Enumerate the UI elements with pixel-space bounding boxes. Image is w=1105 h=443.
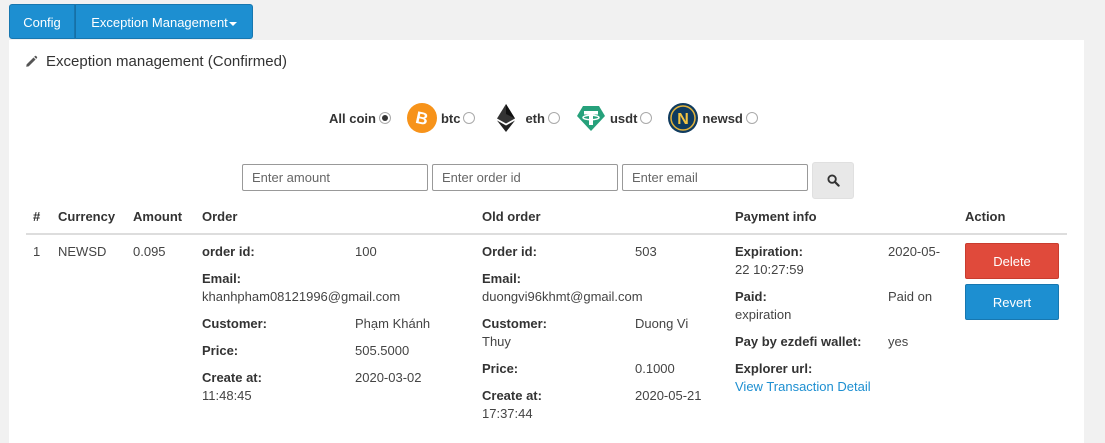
coin-label-newsd: newsd (702, 110, 743, 126)
ethereum-icon (497, 104, 516, 132)
order-customer-label: Customer: (202, 316, 268, 331)
search-icon (826, 174, 840, 187)
order-create-date: 2020-03-02 (355, 370, 422, 385)
radio-eth[interactable] (547, 112, 560, 124)
old-order-id-value: 503 (635, 244, 657, 259)
header-currency: Currency (58, 209, 116, 224)
order-create-label: Create at: (202, 370, 262, 385)
header-action: Action (965, 209, 1006, 224)
old-order-customer-value: Duong Vi (635, 316, 689, 331)
coin-label-all: All coin (329, 110, 376, 126)
old-order-price-label: Price: (482, 361, 519, 376)
order-price-label: Price: (202, 343, 239, 358)
config-tab[interactable]: Config (9, 4, 75, 39)
order-id-value: 100 (355, 244, 377, 259)
old-order-price-value: 0.1000 (635, 361, 675, 376)
old-order-email-value: duongvi96khmt@gmail.com (482, 289, 643, 304)
coin-filter: All coin B btc eth usdt N newsd (329, 103, 766, 133)
caret-down-icon (228, 21, 237, 26)
order-id-input[interactable] (432, 164, 618, 191)
row-currency: NEWSD (58, 244, 107, 259)
search-row (242, 162, 854, 199)
ezdefi-wallet-value: yes (888, 334, 909, 349)
revert-button[interactable]: Revert (965, 284, 1059, 320)
radio-usdt[interactable] (640, 112, 653, 124)
coin-option-usdt[interactable]: usdt (568, 103, 653, 133)
expiration-value: 2020-05- (888, 244, 941, 259)
panel-title-text: Exception management (Confirmed) (46, 53, 287, 70)
radio-all-coin[interactable] (378, 112, 391, 124)
order-create-time: 11:48:45 (202, 388, 252, 403)
paid-label: Paid: (735, 289, 767, 304)
expiration-label: Expiration: (735, 244, 803, 259)
old-order-create-date: 2020-05-21 (635, 388, 702, 403)
coin-option-newsd[interactable]: N newsd (660, 103, 758, 133)
amount-input[interactable] (242, 164, 428, 191)
ezdefi-wallet-label: Pay by ezdefi wallet: (735, 334, 862, 349)
pencil-icon (26, 55, 38, 67)
explorer-url-label: Explorer url: (735, 361, 813, 376)
coin-label-btc: btc (440, 110, 461, 126)
panel-title: Exception management (Confirmed) (25, 53, 287, 70)
paid-value-cont: expiration (735, 307, 792, 322)
header-index: # (33, 209, 41, 224)
order-email-value: khanhpham08121996@gmail.com (202, 289, 401, 304)
coin-label-eth: eth (525, 110, 545, 126)
top-nav: Config Exception Management (9, 4, 253, 39)
header-order: Order (202, 209, 238, 224)
bitcoin-icon: B (406, 103, 437, 133)
email-input[interactable] (622, 164, 808, 191)
order-price-value: 505.5000 (355, 343, 410, 358)
coin-label-usdt: usdt (609, 110, 638, 126)
old-order-customer-value-cont: Thuy (482, 334, 511, 349)
old-order-id-label: Order id: (482, 244, 537, 259)
old-order-create-label: Create at: (482, 388, 542, 403)
old-order-email-label: Email: (482, 271, 522, 286)
tether-icon (576, 106, 605, 131)
header-amount: Amount (133, 209, 183, 224)
exception-management-dropdown[interactable]: Exception Management (75, 4, 253, 39)
main-panel: Exception management (Confirmed) All coi… (9, 40, 1084, 443)
header-payment-info: Payment info (735, 209, 817, 224)
coin-option-eth[interactable]: eth (483, 103, 560, 133)
old-order-create-time: 17:37:44 (482, 406, 533, 421)
coin-option-all[interactable]: All coin (329, 111, 391, 126)
row-amount: 0.095 (133, 244, 166, 259)
svg-text:N: N (678, 111, 690, 128)
coin-option-btc[interactable]: B btc (399, 103, 476, 133)
header-old-order: Old order (482, 209, 541, 224)
delete-button[interactable]: Delete (965, 243, 1059, 279)
header-divider (26, 233, 1067, 235)
view-transaction-link[interactable]: View Transaction Detail (735, 378, 871, 396)
expiration-value-cont: 22 10:27:59 (735, 262, 804, 277)
exception-management-label: Exception Management (91, 15, 228, 30)
order-email-label: Email: (202, 271, 242, 286)
paid-value: Paid on (888, 289, 933, 304)
order-customer-value: Phạm Khánh (355, 316, 431, 331)
old-order-customer-label: Customer: (482, 316, 548, 331)
radio-btc[interactable] (463, 112, 476, 124)
order-id-label: order id: (202, 244, 255, 259)
newsd-icon: N (668, 103, 699, 133)
search-button[interactable] (812, 162, 854, 199)
row-index: 1 (33, 244, 41, 259)
radio-newsd[interactable] (745, 112, 758, 124)
